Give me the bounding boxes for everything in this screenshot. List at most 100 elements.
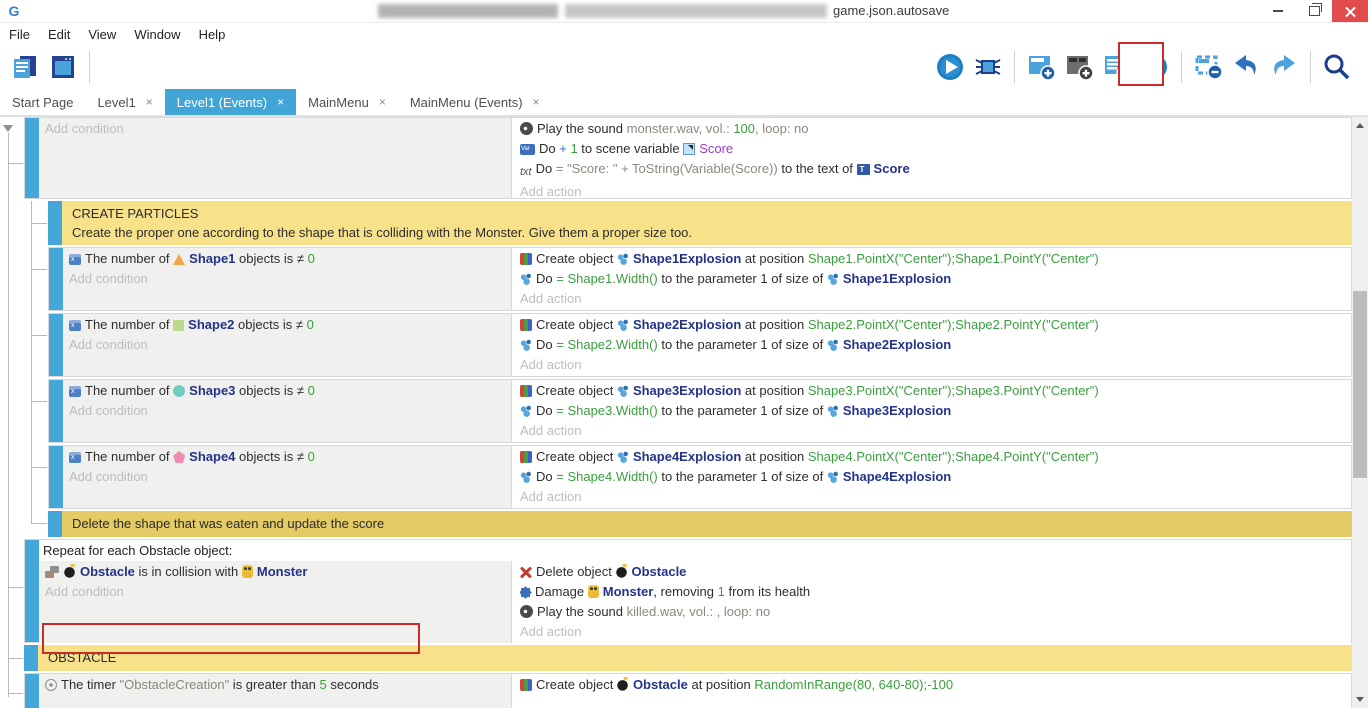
- menu-edit[interactable]: Edit: [39, 25, 79, 44]
- text-segment: Shape3Explosion: [633, 383, 741, 398]
- add-action-link[interactable]: Add action: [520, 622, 1343, 642]
- menu-file[interactable]: File: [0, 25, 39, 44]
- menu-window[interactable]: Window: [125, 25, 189, 44]
- close-icon[interactable]: ×: [146, 95, 153, 109]
- menu-view[interactable]: View: [79, 25, 125, 44]
- action-line[interactable]: Play the sound monster.wav, vol.: 100, l…: [520, 119, 1343, 139]
- text-segment: 1: [718, 584, 725, 599]
- scrollbar-thumb[interactable]: [1353, 291, 1367, 478]
- comment-body[interactable]: CREATE PARTICLESCreate the proper one ac…: [62, 201, 1352, 245]
- create-icon: [520, 253, 532, 265]
- action-line[interactable]: Create object Obstacle at position Rando…: [520, 675, 1343, 695]
- condition-line[interactable]: The number of Shape4 objects is ≠ 0: [69, 447, 505, 467]
- play-icon[interactable]: [933, 48, 967, 86]
- condition-line[interactable]: The timer "ObstacleCreation" is greater …: [45, 675, 505, 695]
- obstacle-icon: [64, 564, 76, 578]
- action-line[interactable]: Create object Shape4Explosion at positio…: [520, 447, 1343, 467]
- comment-row[interactable]: Delete the shape that was eaten and upda…: [48, 511, 1352, 537]
- debug-icon[interactable]: [971, 48, 1005, 86]
- scene-editor-icon[interactable]: [46, 48, 80, 86]
- window-title: game.json.autosave: [833, 3, 949, 18]
- scroll-up-icon[interactable]: [1356, 123, 1364, 128]
- text-segment: Create object: [536, 677, 617, 692]
- add-condition-link[interactable]: Add condition: [69, 467, 505, 487]
- text-segment: The number of: [85, 383, 173, 398]
- action-line[interactable]: Do = Shape3.Width() to the parameter 1 o…: [520, 401, 1343, 421]
- add-action-link[interactable]: Add action: [520, 421, 1343, 441]
- tab-level1[interactable]: Level1×: [85, 89, 164, 115]
- project-manager-icon[interactable]: [8, 48, 42, 86]
- comment-title: Delete the shape that was eaten and upda…: [72, 514, 1342, 533]
- event-row[interactable]: The number of Shape1 objects is ≠ 0Add c…: [48, 247, 1352, 311]
- close-button[interactable]: [1332, 0, 1368, 22]
- add-subevent-icon[interactable]: [1100, 48, 1134, 86]
- condition-line[interactable]: The number of Shape3 objects is ≠ 0: [69, 381, 505, 401]
- undo-icon[interactable]: [1229, 48, 1263, 86]
- add-comment-icon[interactable]: [1062, 48, 1096, 86]
- close-icon[interactable]: ×: [277, 95, 284, 109]
- restore-button[interactable]: [1296, 0, 1332, 22]
- add-condition-link[interactable]: Add condition: [45, 119, 505, 139]
- action-line[interactable]: Delete object Obstacle: [520, 562, 1343, 582]
- close-icon[interactable]: ×: [379, 95, 386, 109]
- collapse-arrow-icon[interactable]: [3, 125, 13, 132]
- action-line[interactable]: Do = Shape2.Width() to the parameter 1 o…: [520, 335, 1343, 355]
- event-bar: [49, 314, 63, 376]
- action-line[interactable]: Do = "Score: " + ToString(Variable(Score…: [520, 159, 1343, 182]
- comment-row[interactable]: CREATE PARTICLESCreate the proper one ac…: [48, 201, 1352, 245]
- comment-body[interactable]: Delete the shape that was eaten and upda…: [62, 511, 1352, 537]
- add-action-link[interactable]: Add action: [520, 182, 1343, 202]
- add-action-link[interactable]: Add action: [520, 289, 1343, 309]
- add-action-link[interactable]: Add action: [520, 487, 1343, 507]
- text-segment: 0: [308, 251, 315, 266]
- action-line[interactable]: Create object Shape1Explosion at positio…: [520, 249, 1343, 269]
- text-segment: objects is ≠: [234, 317, 306, 332]
- action-line[interactable]: Create object Shape2Explosion at positio…: [520, 315, 1343, 335]
- comment-row[interactable]: OBSTACLE: [24, 645, 1352, 671]
- text-segment: Obstacle: [632, 564, 687, 579]
- vertical-scrollbar[interactable]: [1352, 117, 1368, 708]
- comment-body[interactable]: OBSTACLE: [38, 645, 1352, 671]
- remove-event-icon[interactable]: [1191, 48, 1225, 86]
- menu-help[interactable]: Help: [190, 25, 235, 44]
- action-line[interactable]: Play the sound killed.wav, vol.: , loop:…: [520, 602, 1343, 622]
- action-line[interactable]: Do + 1 to scene variable Score: [520, 139, 1343, 159]
- add-action-link[interactable]: Add action: [520, 355, 1343, 375]
- add-condition-link[interactable]: Add condition: [45, 582, 505, 602]
- text-segment: to the parameter 1 of size of: [658, 337, 827, 352]
- search-icon[interactable]: [1320, 48, 1354, 86]
- minimize-button[interactable]: [1260, 0, 1296, 22]
- text-segment: Shape2.PointX("Center");Shape2.PointY("C…: [808, 317, 1099, 332]
- action-line[interactable]: Do = Shape4.Width() to the parameter 1 o…: [520, 467, 1343, 487]
- text-segment: Obstacle: [80, 564, 135, 579]
- text-segment: at position: [741, 449, 808, 464]
- tab-mainmenu[interactable]: MainMenu×: [296, 89, 398, 115]
- add-event-icon[interactable]: [1024, 48, 1058, 86]
- redo-icon[interactable]: [1267, 48, 1301, 86]
- add-new-icon[interactable]: [1138, 48, 1172, 86]
- event-row[interactable]: The number of Shape4 objects is ≠ 0Add c…: [48, 445, 1352, 509]
- event-row[interactable]: The timer "ObstacleCreation" is greater …: [24, 673, 1352, 708]
- close-icon[interactable]: ×: [533, 95, 540, 109]
- event-row[interactable]: The number of Shape2 objects is ≠ 0Add c…: [48, 313, 1352, 377]
- conditions-cell: The number of Shape2 objects is ≠ 0Add c…: [63, 314, 511, 376]
- event-row[interactable]: Add condition Play the sound monster.wav,…: [24, 117, 1352, 199]
- tab-mainmenu-events[interactable]: MainMenu (Events)×: [398, 89, 552, 115]
- add-condition-link[interactable]: Add condition: [69, 269, 505, 289]
- condition-line[interactable]: The number of Shape1 objects is ≠ 0: [69, 249, 505, 269]
- text-segment: The number of: [85, 317, 173, 332]
- event-cells: The number of Shape3 objects is ≠ 0Add c…: [63, 380, 1351, 442]
- action-line[interactable]: Do = Shape1.Width() to the parameter 1 o…: [520, 269, 1343, 289]
- event-row[interactable]: The number of Shape3 objects is ≠ 0Add c…: [48, 379, 1352, 443]
- add-condition-link[interactable]: Add condition: [69, 401, 505, 421]
- condition-line[interactable]: The number of Shape2 objects is ≠ 0: [69, 315, 505, 335]
- repeat-event-row[interactable]: Repeat for each Obstacle object:Obstacle…: [24, 539, 1352, 643]
- condition-line[interactable]: Obstacle is in collision with Monster: [45, 562, 505, 582]
- tab-start-page[interactable]: Start Page: [0, 89, 85, 115]
- text-segment: Score: [874, 161, 910, 176]
- scroll-down-icon[interactable]: [1356, 697, 1364, 702]
- tab-level1-events[interactable]: Level1 (Events)×: [165, 89, 296, 115]
- action-line[interactable]: Create object Shape3Explosion at positio…: [520, 381, 1343, 401]
- action-line[interactable]: Damage Monster, removing 1 from its heal…: [520, 582, 1343, 602]
- add-condition-link[interactable]: Add condition: [69, 335, 505, 355]
